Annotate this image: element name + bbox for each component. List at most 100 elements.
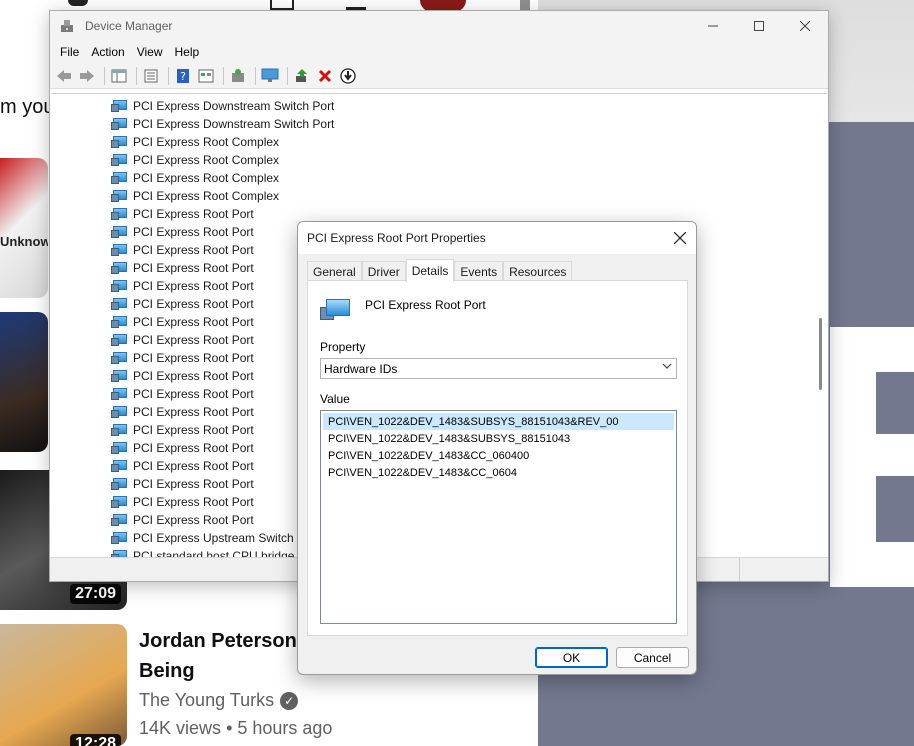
property-dropdown[interactable]: Hardware IDs (320, 358, 677, 379)
window-title: Device Manager (85, 19, 173, 33)
ok-button[interactable]: OK (535, 647, 608, 668)
tree-item-label: PCI Express Root Port (133, 207, 254, 221)
tree-item[interactable]: PCI Express Root Complex (111, 169, 334, 187)
scrollbar-thumb[interactable] (819, 318, 822, 390)
tree-item[interactable]: PCI Express Root Complex (111, 187, 334, 205)
tree-item-label: PCI Express Root Port (133, 513, 254, 527)
tree-item-label: PCI Express Downstream Switch Port (133, 117, 335, 131)
system-device-icon (111, 297, 127, 311)
maximize-icon (754, 21, 764, 31)
tab-driver[interactable]: Driver (361, 261, 406, 282)
back-button[interactable] (54, 66, 74, 86)
help-button[interactable]: ? (173, 66, 193, 86)
video-thumbnail[interactable]: Unknow (0, 158, 48, 298)
tree-item-label: PCI Express Root Port (133, 261, 254, 275)
video-thumbnail[interactable] (0, 312, 48, 452)
value-list-item[interactable]: PCI\VEN_1022&DEV_1483&SUBSYS_88151043&RE… (323, 413, 674, 430)
menu-file[interactable]: File (54, 45, 85, 59)
video-duration: 27:09 (70, 584, 121, 604)
back-icon (57, 69, 71, 82)
menu-action[interactable]: Action (85, 45, 130, 59)
tree-item[interactable]: PCI Express Root Complex (111, 133, 334, 151)
tree-item-label: PCI Express Root Complex (133, 153, 280, 167)
menu-view[interactable]: View (131, 45, 169, 59)
vertical-scrollbar[interactable] (816, 93, 826, 558)
view-button[interactable] (196, 66, 216, 86)
video-title-text: Jordan Peterson Reaction To Being (139, 630, 309, 682)
video-channel[interactable]: The Young Turks ✓ (139, 690, 299, 711)
tree-item-label: PCI Express Root Port (133, 333, 254, 347)
properties-icon (144, 69, 158, 82)
system-device-icon (111, 531, 127, 545)
monitor-button[interactable] (260, 66, 280, 86)
close-icon (800, 21, 810, 31)
background-letter-shape (876, 476, 914, 542)
title-bar[interactable]: Device Manager (50, 11, 828, 41)
top-icon[interactable] (346, 0, 366, 10)
background-letter-shape (876, 372, 914, 434)
value-list-item[interactable]: PCI\VEN_1022&DEV_1483&CC_0604 (323, 464, 674, 481)
forward-button[interactable] (77, 66, 97, 86)
monitor-icon (261, 68, 279, 82)
top-icon[interactable] (270, 0, 294, 10)
update-driver-button[interactable] (338, 66, 358, 86)
dialog-title-bar[interactable]: PCI Express Root Port Properties (298, 222, 696, 254)
device-name: PCI Express Root Port (365, 298, 486, 312)
tab-events[interactable]: Events (454, 261, 504, 282)
menu-help[interactable]: Help (169, 45, 206, 59)
value-list[interactable]: PCI\VEN_1022&DEV_1483&SUBSYS_88151043&RE… (320, 410, 677, 624)
video-title[interactable]: Jordan Peterson Reaction To Being (139, 626, 309, 686)
value-list-item[interactable]: PCI\VEN_1022&DEV_1483&CC_060400 (323, 447, 674, 464)
channel-name: The Young Turks (139, 690, 275, 710)
toolbar-separator (255, 66, 256, 85)
toolbar-separator (287, 66, 288, 85)
tree-item-label: PCI Express Root Port (133, 243, 254, 257)
cancel-button[interactable]: Cancel (616, 647, 689, 668)
tree-item[interactable]: PCI Express Root Complex (111, 151, 334, 169)
thumbnail-text: Unknow (0, 234, 48, 249)
system-device-icon (111, 99, 127, 113)
uninstall-device-button[interactable] (315, 66, 335, 86)
tree-item[interactable]: PCI Express Downstream Switch Port (111, 97, 334, 115)
system-device-icon (111, 171, 127, 185)
uninstall-icon (318, 69, 332, 82)
partial-text: m you (0, 96, 55, 118)
system-device-icon (111, 279, 127, 293)
system-device-icon (111, 477, 127, 491)
toolbar-separator (136, 66, 137, 85)
tree-item[interactable]: PCI Express Downstream Switch Port (111, 115, 334, 133)
toolbar: ? (50, 63, 828, 89)
tab-general[interactable]: General (307, 261, 362, 282)
tree-item-label: PCI Express Root Port (133, 459, 254, 473)
show-hide-console-tree-button[interactable] (109, 66, 129, 86)
tree-item-label: PCI Express Root Port (133, 423, 254, 437)
enable-device-button[interactable] (292, 66, 312, 86)
properties-dialog: PCI Express Root Port Properties General… (297, 221, 697, 675)
tree-item-label: PCI Express Root Port (133, 279, 254, 293)
maximize-button[interactable] (736, 11, 782, 41)
tree-item-label: PCI Express Root Port (133, 405, 254, 419)
console-tree-icon (111, 69, 127, 82)
help-icon: ? (177, 68, 189, 83)
scan-hardware-button[interactable] (228, 66, 248, 86)
view-count: 14K views (139, 718, 222, 738)
toolbar-separator (223, 66, 224, 85)
close-button[interactable] (782, 11, 828, 41)
plus-icon[interactable] (68, 0, 88, 6)
tree-item-label: PCI Express Root Port (133, 315, 254, 329)
tree-item-label: PCI Express Root Complex (133, 171, 280, 185)
minimize-button[interactable] (690, 11, 736, 41)
video-thumbnail[interactable]: 12:28 (0, 624, 127, 746)
tab-details[interactable]: Details (405, 259, 455, 282)
dialog-close-button[interactable] (664, 222, 696, 254)
tree-item-label: PCI Express Upstream Switch Port (133, 531, 320, 545)
status-cell (740, 558, 828, 581)
tree-item-label: PCI Express Root Port (133, 477, 254, 491)
tree-item-label: PCI Express Root Port (133, 495, 254, 509)
system-device-icon (111, 207, 127, 221)
tab-resources[interactable]: Resources (503, 261, 573, 282)
value-list-item[interactable]: PCI\VEN_1022&DEV_1483&SUBSYS_88151043 (323, 430, 674, 447)
system-device-icon (111, 459, 127, 473)
upload-age: 5 hours ago (237, 718, 333, 738)
properties-button[interactable] (141, 66, 161, 86)
